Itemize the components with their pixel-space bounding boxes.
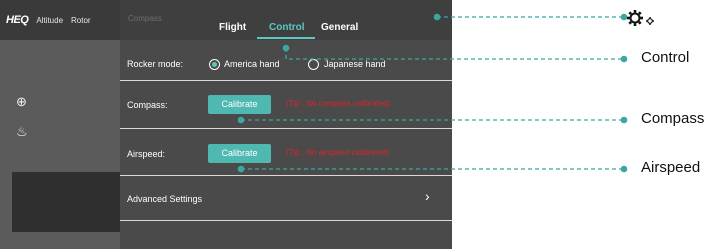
settings-gear-icon [627, 10, 654, 26]
gear-callout-start-dot [433, 13, 441, 21]
callout-lines [237, 13, 628, 173]
control-callout-line [285, 48, 624, 60]
compass-callout-start-dot [237, 116, 245, 124]
compass-callout-end-dot [620, 116, 628, 124]
airspeed-callout-end-dot [620, 165, 628, 173]
callout-airspeed-label: Airspeed [641, 159, 701, 176]
callout-control-label: Control [641, 49, 690, 66]
control-callout-end-dot [620, 55, 628, 63]
callout-compass-label: Compass [641, 110, 705, 127]
control-callout-start-dot [282, 44, 290, 52]
airspeed-callout-start-dot [237, 165, 245, 173]
